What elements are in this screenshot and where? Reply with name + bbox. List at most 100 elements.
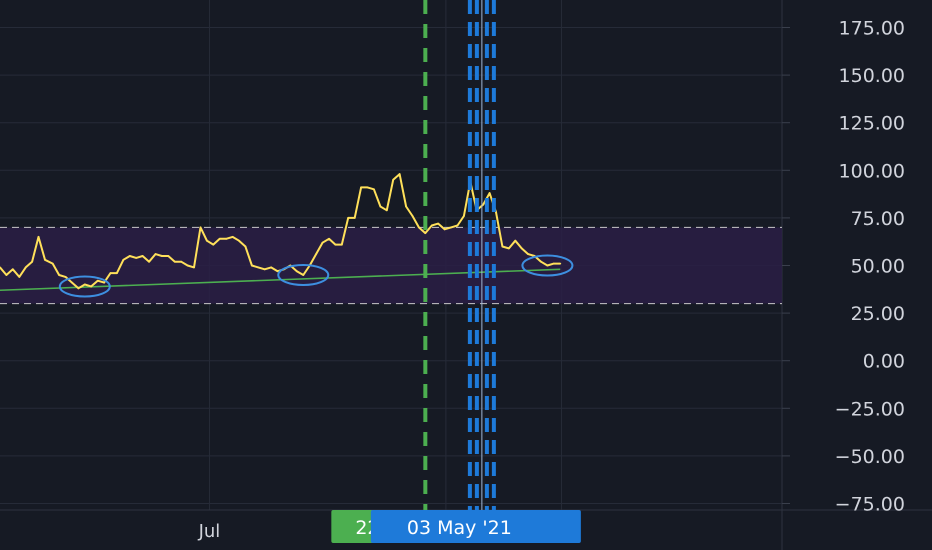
date-badges: 22 F03 May '21 [331,510,581,543]
rsi-point [161,255,163,257]
rsi-point [58,274,61,276]
rsi-point [392,178,395,181]
rsi-point [488,192,491,195]
rsi-point [527,253,530,255]
rsi-point [141,255,144,257]
rsi-point [64,276,67,278]
rsi-point [83,283,86,286]
rsi-point [398,173,401,176]
rsi-point [373,188,375,191]
x-axis: 20Jul [198,521,221,542]
rsi-point [96,279,99,282]
rsi-point [302,274,305,276]
rsi-band [0,226,782,305]
rsi-point [462,215,465,217]
rsi-chart[interactable]: 175.00 150.00 125.00 100.00 75.00 50.00 25.00 0… [0,0,932,550]
rsi-point [347,217,350,219]
rsi-point [552,262,555,265]
rsi-point [212,243,215,246]
rsi-point [385,209,388,212]
rsi-point [263,268,266,271]
y-tick-label: −75.00 [835,494,905,516]
rsi-point [315,253,318,255]
date-badge-label: 03 May '21 [407,517,512,539]
rsi-point [405,205,407,208]
y-tick-label: 50.00 [851,256,905,278]
rsi-point [167,255,170,257]
rsi-point [424,232,427,235]
rsi-point [340,243,343,246]
rsi-point [116,272,118,275]
rsi-point [411,215,414,217]
rsi-point [334,243,337,246]
rsi-point [418,226,420,229]
rsi-point [443,228,446,231]
rsi-point [77,287,80,290]
rsi-point [186,264,189,267]
rsi-point [430,224,433,227]
rsi-point [520,247,523,250]
rsi-point [205,239,208,242]
y-tick-label: −25.00 [835,398,905,420]
rsi-point [71,281,73,284]
rsi-point [250,264,253,267]
rsi-point [148,260,150,263]
rsi-point [51,262,54,265]
rsi-point [546,264,549,267]
y-tick-label: 25.00 [851,303,905,325]
rsi-point [328,237,330,240]
rsi-point [5,274,8,276]
rsi-point [90,285,93,288]
rsi-point [122,258,125,261]
x-tick-label: Jul [198,521,221,542]
rsi-point [135,256,138,259]
rsi-point [437,222,440,225]
rsi-point [276,270,279,273]
rsi-point [559,262,562,265]
chart-canvas: 175.00 150.00 125.00 100.00 75.00 50.00 25.00 0… [0,0,932,550]
rsi-point [295,270,298,273]
rsi-point [244,245,247,248]
y-tick-label: 0.00 [863,351,905,373]
y-tick-label: −50.00 [835,446,905,468]
y-tick-label: 150.00 [839,65,905,87]
rsi-point [353,217,356,219]
rsi-point [238,239,240,242]
rsi-point [514,239,517,242]
rsi-point [366,186,369,189]
rsi-point [360,186,362,189]
y-tick-label: 125.00 [839,113,905,135]
rsi-point [540,260,542,263]
rsi-point [199,226,202,229]
rsi-point [507,247,510,250]
y-tick-label: 100.00 [839,160,905,182]
rsi-point [128,255,131,257]
band-fill [0,227,782,304]
rsi-point [450,226,452,229]
rsi-point [218,237,221,240]
rsi-point [154,253,157,255]
rsi-point [482,203,485,206]
rsi-point [231,236,234,238]
rsi-point [225,237,228,240]
y-tick-label: 75.00 [851,208,905,230]
rsi-point [501,245,504,248]
y-axis: 175.00 150.00 125.00 100.00 75.00 50.00 25.00 0… [782,18,905,516]
rsi-point [270,266,273,269]
rsi-point [24,266,27,269]
rsi-point [11,268,14,271]
rsi-point [37,236,40,238]
rsi-point [109,272,112,275]
rsi-point [44,258,46,261]
rsi-point [456,224,459,227]
rsi-point [173,260,176,263]
rsi-point [180,260,183,263]
rsi-point [103,281,105,284]
rsi-point [321,241,324,244]
rsi-point [257,266,260,269]
rsi-point [193,266,195,269]
y-tick-label: 175.00 [839,18,905,40]
rsi-point [31,260,34,263]
rsi-point [18,276,21,278]
rsi-point [379,205,382,208]
